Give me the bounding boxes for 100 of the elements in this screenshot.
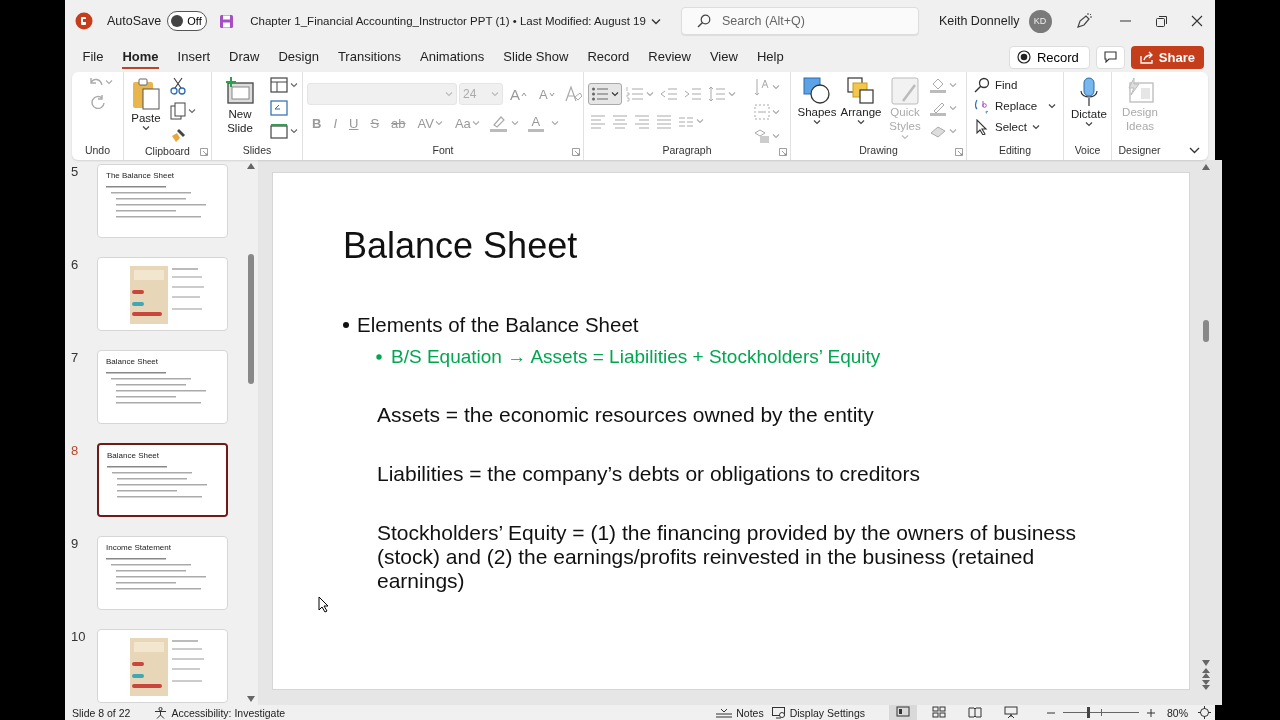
menu-tab[interactable]: Slide Show xyxy=(493,45,578,69)
grid-icon xyxy=(932,706,946,719)
bullets-icon xyxy=(591,86,609,102)
dialog-launcher-icon[interactable] xyxy=(779,148,787,156)
caret-icon xyxy=(949,82,957,88)
zoom-level: 80% xyxy=(1167,706,1188,719)
group-label: Editing xyxy=(998,144,1032,158)
fit-to-window-icon[interactable] xyxy=(1198,706,1211,719)
replace-button[interactable]: Replace xyxy=(971,96,1060,116)
group-label: Voice xyxy=(1074,144,1101,158)
collapse-ribbon-icon[interactable] xyxy=(1189,147,1200,154)
slide-number: 5 xyxy=(70,164,80,179)
save-icon[interactable] xyxy=(219,13,235,29)
redo-icon xyxy=(90,93,106,109)
book-icon xyxy=(968,706,982,719)
caret-icon xyxy=(471,120,480,126)
align-text-icon xyxy=(754,104,770,120)
record-button[interactable]: Record xyxy=(1008,45,1090,69)
display-settings-button[interactable]: Display Settings xyxy=(767,706,869,719)
menu-tab[interactable]: Insert xyxy=(168,45,220,69)
undo-button[interactable] xyxy=(88,75,115,88)
line-spacing-button[interactable] xyxy=(706,84,738,104)
format-painter-icon xyxy=(170,127,186,143)
accessibility-button[interactable]: Accessibility: Investigate xyxy=(150,706,290,719)
caret-icon xyxy=(445,91,453,97)
scrollbar-thumb[interactable] xyxy=(1203,320,1209,342)
caret-icon xyxy=(550,120,559,126)
scrollbar-thumb[interactable] xyxy=(248,254,254,384)
dialog-launcher-icon[interactable] xyxy=(955,148,963,156)
paste-button[interactable]: Paste xyxy=(128,75,164,134)
copy-icon xyxy=(170,102,186,120)
caret-icon xyxy=(1048,103,1057,109)
menu-tab[interactable]: Transitions xyxy=(328,45,411,69)
normal-view-button[interactable] xyxy=(889,705,917,720)
menu-tab[interactable]: File xyxy=(73,45,113,69)
mouse-pointer-icon xyxy=(318,596,330,613)
shapes-button[interactable]: Shapes xyxy=(795,75,839,128)
slide-thumbnail[interactable]: Balance Sheet xyxy=(97,443,228,517)
autosave-toggle[interactable]: Off xyxy=(167,11,208,31)
scroll-down-icon[interactable] xyxy=(247,696,255,702)
caret-icon xyxy=(728,91,736,97)
menu-tab[interactable]: Home xyxy=(112,45,169,69)
highlight-icon xyxy=(488,114,509,132)
chevron-down-icon[interactable] xyxy=(650,17,661,25)
slide-thumbnail[interactable]: Income Statement xyxy=(97,536,228,610)
menu-tab[interactable]: Animations xyxy=(410,45,494,69)
dictate-button[interactable]: Dictate xyxy=(1068,75,1110,130)
previous-slide-icon[interactable] xyxy=(1202,668,1210,678)
align-text-button[interactable] xyxy=(752,102,782,122)
slide-thumbnail[interactable]: The Balance Sheet xyxy=(97,164,228,238)
caret-icon xyxy=(142,125,150,132)
menu-tab[interactable]: View xyxy=(700,45,748,69)
close-icon xyxy=(1191,15,1203,27)
new-slide-button[interactable]: New Slide xyxy=(216,75,264,138)
group-label: Paragraph xyxy=(662,144,712,158)
menu-tab[interactable]: Review xyxy=(638,45,701,69)
comment-icon xyxy=(1103,51,1117,63)
slide-title: Balance Sheet xyxy=(343,225,579,267)
group-label: Drawing xyxy=(859,144,898,158)
slide-number: 10 xyxy=(70,629,87,644)
slide-paragraph: Liabilities = the company’s debts or obligations to creditors xyxy=(377,462,921,486)
dialog-launcher-icon[interactable] xyxy=(572,148,580,156)
bullets-button[interactable] xyxy=(588,83,622,105)
search-icon xyxy=(974,77,990,93)
restore-icon xyxy=(1155,15,1167,27)
zoom-slider-thumb[interactable] xyxy=(1087,707,1091,718)
text-direction-icon xyxy=(754,78,770,96)
caret-icon xyxy=(434,120,443,126)
copy-button[interactable] xyxy=(168,100,198,122)
menu-tab[interactable]: Design xyxy=(268,45,329,69)
caret-icon xyxy=(1084,121,1093,128)
select-button[interactable]: Select xyxy=(971,117,1060,137)
minus-icon xyxy=(1047,711,1055,714)
text-direction-button[interactable] xyxy=(752,76,782,98)
avatar[interactable]: KD xyxy=(1028,9,1052,33)
dialog-launcher-icon[interactable] xyxy=(200,148,208,156)
menu-tab[interactable]: Draw xyxy=(219,45,269,69)
bullet-icon xyxy=(376,354,382,360)
next-slide-icon[interactable] xyxy=(1202,680,1210,690)
scroll-up-icon[interactable] xyxy=(247,163,255,169)
arrange-button[interactable]: Arrange xyxy=(839,75,883,128)
layout-button[interactable] xyxy=(268,75,300,95)
comments-button[interactable] xyxy=(1095,45,1125,69)
align-right-icon xyxy=(634,113,650,129)
section-button[interactable] xyxy=(268,121,300,141)
caret-icon xyxy=(510,120,519,126)
slide-thumbnail[interactable]: Balance Sheet xyxy=(97,350,228,424)
caret-icon xyxy=(290,82,298,88)
notes-button[interactable]: Notes xyxy=(712,706,768,719)
menu-tab[interactable]: Record xyxy=(577,45,639,69)
slide-thumbnail[interactable] xyxy=(97,257,228,331)
scroll-up-icon[interactable] xyxy=(1202,164,1210,170)
thumbnail-title: Income Statement xyxy=(106,543,172,552)
find-button[interactable]: Find xyxy=(971,75,1060,95)
slide-thumbnail[interactable] xyxy=(97,629,228,703)
scroll-down-icon[interactable] xyxy=(1202,660,1210,666)
menu-tab[interactable]: Help xyxy=(747,45,794,69)
share-button[interactable]: Share xyxy=(1130,45,1204,69)
caret-icon xyxy=(290,128,298,134)
search-field[interactable]: Search (Alt+Q) xyxy=(680,7,919,35)
